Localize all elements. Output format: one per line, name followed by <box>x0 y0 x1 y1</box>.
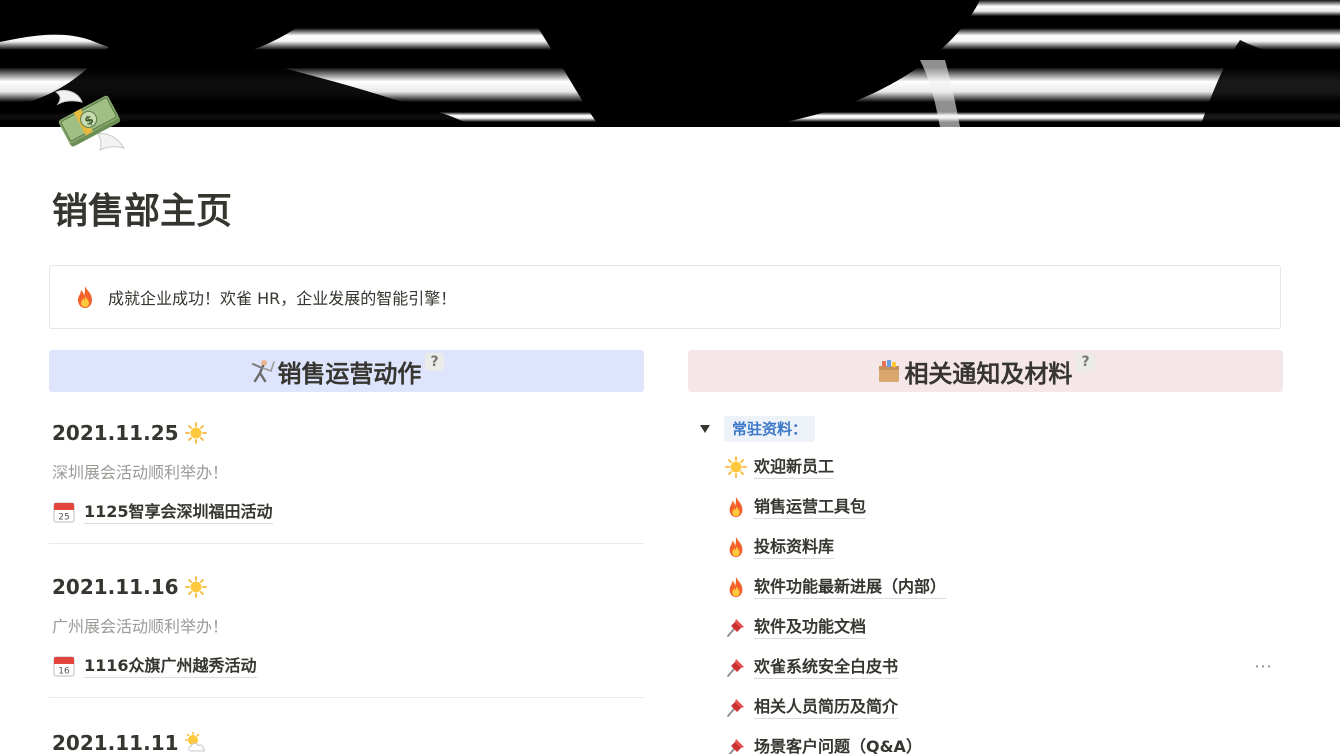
calendar-icon: 16 <box>52 654 76 678</box>
fire-icon <box>724 575 748 599</box>
event-description[interactable]: 广州展会活动顺利举办！ <box>49 614 644 640</box>
doc-link-text: 场景客户问题（Q&A） <box>754 736 922 754</box>
sun-behind-cloud-icon <box>184 732 207 754</box>
package-icon <box>876 358 902 384</box>
doc-link-text: 销售运营工具包 <box>754 496 867 519</box>
cover-image[interactable] <box>0 0 1340 127</box>
toggle-label: 常驻资料： <box>724 416 816 442</box>
left-column-title: 销售运营动作 <box>277 359 422 388</box>
svg-text:16: 16 <box>58 667 70 677</box>
divider <box>49 697 644 698</box>
right-column-header[interactable]: 相关通知及材料 ? <box>688 350 1283 392</box>
sun-icon <box>184 576 207 598</box>
event-link[interactable]: 25 1125智享会深圳福田活动 <box>49 497 644 527</box>
event-date-text: 2021.11.11 <box>52 731 179 754</box>
doc-link-text: 投标资料库 <box>754 536 835 559</box>
event-date[interactable]: 2021.11.25 <box>49 418 644 448</box>
fencer-icon <box>249 358 276 384</box>
flying-money-icon: $ <box>54 89 126 151</box>
svg-text:25: 25 <box>58 513 69 523</box>
fire-icon <box>724 535 748 559</box>
pushpin-icon <box>724 735 748 754</box>
pushpin-icon <box>724 695 748 719</box>
pushpin-icon <box>724 615 748 639</box>
doc-link-text: 软件及功能文档 <box>754 616 867 639</box>
calendar-icon: 25 <box>52 500 76 524</box>
callout-block[interactable]: 成就企业成功！欢雀 HR，企业发展的智能引擎！ <box>49 265 1281 329</box>
page-icon-flying-money[interactable]: $ <box>52 86 128 158</box>
right-column: 相关通知及材料 ? 常驻资料： 欢迎新员工 销售运营工具包 投标资料库 软件功能… <box>688 350 1283 754</box>
event-item: 2021.11.25 深圳展会活动顺利举办！ 25 1125智享会深圳福田活动 <box>49 418 644 544</box>
event-link[interactable]: 16 1116众旗广州越秀活动 <box>49 651 644 681</box>
doc-link-item[interactable]: 软件及功能文档 <box>724 613 867 641</box>
fire-icon[interactable] <box>72 284 98 310</box>
doc-link-item[interactable]: 场景客户问题（Q&A） <box>724 733 922 754</box>
event-date[interactable]: 2021.11.11 <box>49 728 644 754</box>
help-badge[interactable]: ? <box>425 353 444 371</box>
event-link-text: 1116众旗广州越秀活动 <box>84 655 257 678</box>
callout-text: 成就企业成功！欢雀 HR，企业发展的智能引擎！ <box>108 289 457 308</box>
page-root: $ 销售部主页 成就企业成功！欢雀 HR，企业发展的智能引擎！ 销售运营动作 ?… <box>0 0 1340 754</box>
divider <box>49 543 644 544</box>
event-description[interactable]: 深圳展会活动顺利举办！ <box>49 460 644 486</box>
event-item: 2021.11.16 广州展会活动顺利举办！ 16 1116众旗广州越秀活动 <box>49 572 644 698</box>
event-date-text: 2021.11.25 <box>52 421 179 445</box>
left-column: 销售运营动作 ? 2021.11.25 深圳展会活动顺利举办！ 25 1125智… <box>49 350 644 754</box>
event-item: 2021.11.11 <box>49 728 644 754</box>
doc-link-item[interactable]: 软件功能最新进展（内部） <box>724 573 947 601</box>
toggle-block[interactable]: 常驻资料： <box>688 414 1283 444</box>
doc-link-item[interactable]: 欢雀系统安全白皮书 <box>724 653 899 681</box>
doc-link-text: 软件功能最新进展（内部） <box>754 576 947 599</box>
page-title[interactable]: 销售部主页 <box>52 188 232 236</box>
doc-link-text: 欢雀系统安全白皮书 <box>754 656 899 679</box>
doc-link-item[interactable]: 欢迎新员工 <box>724 453 835 481</box>
pushpin-icon <box>724 655 748 679</box>
doc-link-item[interactable]: 投标资料库 <box>724 533 835 561</box>
doc-link-text: 相关人员简历及简介 <box>754 696 899 719</box>
fire-icon <box>724 495 748 519</box>
doc-link-item[interactable]: 相关人员简历及简介 <box>724 693 899 721</box>
event-date-text: 2021.11.16 <box>52 575 179 599</box>
help-badge[interactable]: ? <box>1076 353 1095 371</box>
sun-icon <box>184 422 207 444</box>
event-link-text: 1125智享会深圳福田活动 <box>84 501 273 524</box>
right-column-title: 相关通知及材料 <box>904 359 1073 388</box>
doc-link-item[interactable]: 销售运营工具包 <box>724 493 867 521</box>
sun-icon <box>724 455 748 479</box>
left-column-header[interactable]: 销售运营动作 ? <box>49 350 644 392</box>
event-date[interactable]: 2021.11.16 <box>49 572 644 602</box>
more-options-icon[interactable]: ⋯ <box>1254 656 1273 677</box>
toggle-triangle-icon[interactable] <box>698 422 712 436</box>
cover-artwork <box>0 0 1340 127</box>
doc-link-text: 欢迎新员工 <box>754 456 835 479</box>
